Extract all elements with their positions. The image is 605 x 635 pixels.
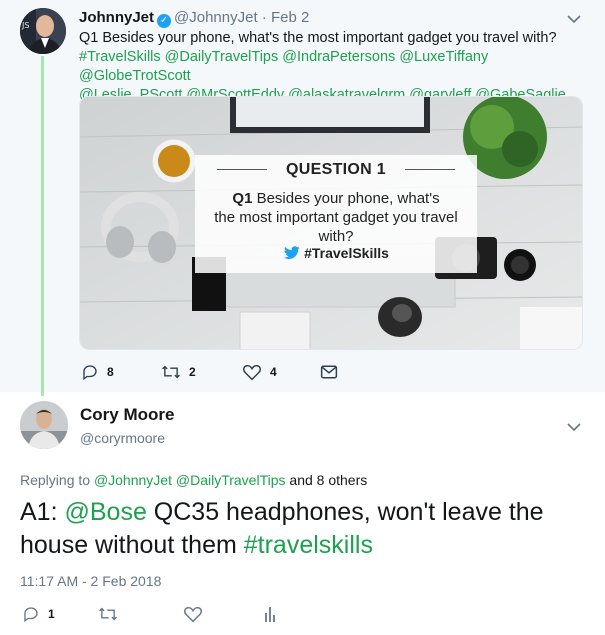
like-button[interactable]: 4 <box>242 362 277 382</box>
tweet-header: JohnnyJet ✓ @JohnnyJet · Feb 2 <box>79 9 310 28</box>
reply-button[interactable]: 8 <box>81 362 114 382</box>
text-prefix: A1: <box>20 498 65 526</box>
retweet-icon <box>99 607 117 621</box>
author-handle[interactable]: @JohnnyJet <box>174 9 258 26</box>
analytics-icon <box>265 607 275 622</box>
replying-others[interactable]: and 8 others <box>286 472 367 488</box>
author-name[interactable]: JohnnyJet <box>79 9 154 26</box>
like-icon <box>184 606 202 623</box>
like-button[interactable] <box>183 604 211 624</box>
avatar[interactable] <box>20 401 68 449</box>
chevron-down-icon[interactable] <box>567 422 581 432</box>
retweet-button[interactable]: 2 <box>161 362 196 382</box>
reply-button[interactable]: 1 <box>22 604 55 624</box>
tweet-text: Q1 Besides your phone, what's the most i… <box>79 30 557 46</box>
tweet-date[interactable]: Feb 2 <box>271 9 309 26</box>
tweet-actions: 1 <box>20 604 320 626</box>
tweet-actions: 8 2 4 <box>79 362 379 382</box>
replying-to: Replying to @JohnnyJet @DailyTravelTips … <box>20 472 367 488</box>
question-card: QUESTION 1 Q1 Besides your phone, what's… <box>195 155 477 273</box>
reply-count: 8 <box>107 365 114 379</box>
reply-icon <box>83 365 97 381</box>
tags-line-1[interactable]: #TravelSkills @DailyTravelTips @IndraPet… <box>79 48 594 86</box>
reply-user-link[interactable]: @JohnnyJet <box>94 472 172 488</box>
retweet-button[interactable] <box>98 604 126 624</box>
hashtag-link[interactable]: #travelskills <box>244 531 373 559</box>
like-count: 4 <box>270 365 277 379</box>
reply-count: 1 <box>48 607 55 621</box>
replying-prefix: Replying to <box>20 472 94 488</box>
avatar[interactable]: JS <box>20 8 66 54</box>
retweet-icon <box>162 365 180 379</box>
author-handle[interactable]: @coryrmoore <box>80 430 165 446</box>
card-hashtag-text: #TravelSkills <box>304 245 389 261</box>
retweet-count: 2 <box>189 365 196 379</box>
card-question-prefix: Q1 <box>232 190 253 207</box>
card-hashtag: #TravelSkills <box>195 245 477 261</box>
card-question-line2: the most important gadget you travel wit… <box>214 209 458 245</box>
direct-message-button[interactable] <box>320 362 346 382</box>
tweet-timestamp[interactable]: 11:17 AM - 2 Feb 2018 <box>20 573 161 589</box>
analytics-button[interactable] <box>263 604 285 624</box>
mention-link[interactable]: @Bose <box>64 498 146 526</box>
svg-text:JS: JS <box>21 21 29 30</box>
card-title: QUESTION 1 <box>286 161 386 178</box>
chevron-down-icon[interactable] <box>567 14 581 24</box>
author-name[interactable]: Cory Moore <box>80 405 174 425</box>
thread-connector-line <box>41 56 44 396</box>
reply-icon <box>24 607 38 623</box>
verified-icon: ✓ <box>157 14 172 28</box>
reply-user-link[interactable]: @DailyTravelTips <box>176 472 286 488</box>
parent-tweet[interactable]: JS JohnnyJet ✓ @JohnnyJet · Feb 2 Q1 Besid… <box>0 0 605 396</box>
dm-icon <box>320 365 338 379</box>
twitter-bird-icon <box>284 246 300 259</box>
tweet-media-image[interactable]: QUESTION 1 Q1 Besides your phone, what's… <box>79 96 583 350</box>
like-icon <box>243 364 261 381</box>
tweet-text: A1: @Bose QC35 headphones, won't leave t… <box>20 496 595 562</box>
card-question-line1: Besides your phone, what's <box>252 190 440 207</box>
card-question: Q1 Besides your phone, what's the most i… <box>195 189 477 246</box>
